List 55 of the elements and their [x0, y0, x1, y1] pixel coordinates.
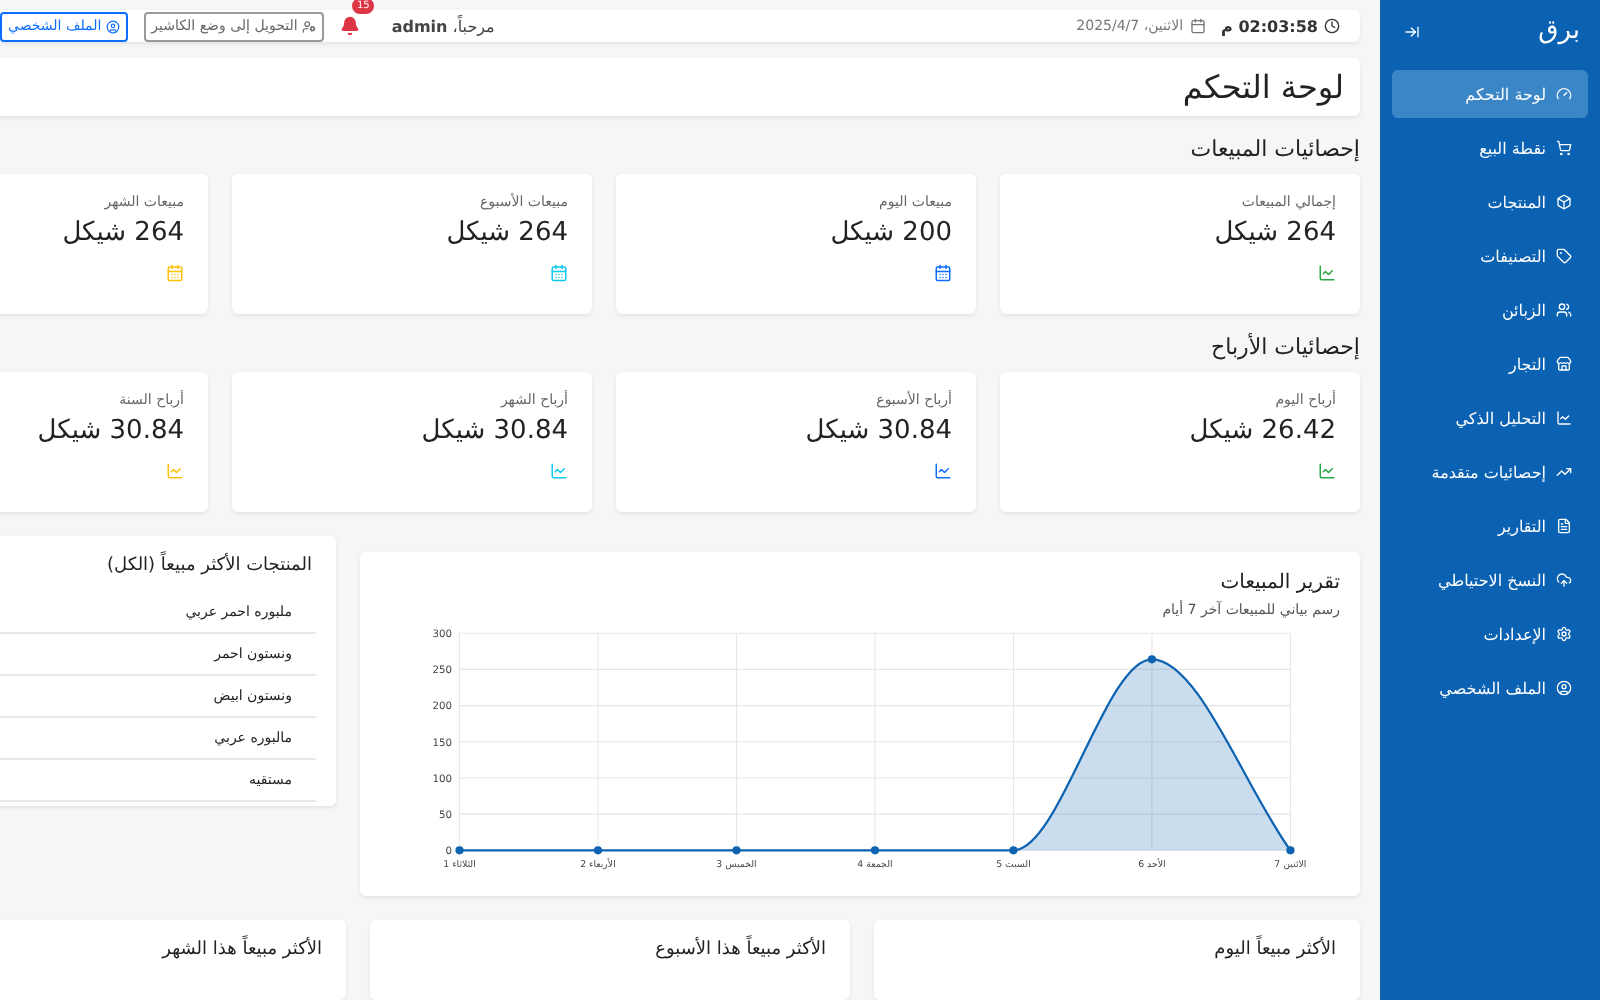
gauge-icon — [1556, 86, 1572, 102]
clock-time: 02:03:58 م — [1221, 17, 1340, 35]
clock-icon — [1324, 18, 1340, 34]
sidebar-item[interactable]: الملف الشخصي — [1392, 664, 1588, 712]
box-icon — [1556, 194, 1572, 210]
sidebar-item[interactable]: الزبائن — [1392, 286, 1588, 334]
sidebar-item[interactable]: التصنيفات — [1392, 232, 1588, 280]
sidebar-item[interactable]: التجار — [1392, 340, 1588, 388]
card-title: الأكثر مبيعاً هذا الشهر — [0, 940, 322, 960]
stat-value: 264 شيكل — [1214, 218, 1336, 248]
document-icon — [1556, 518, 1572, 534]
data-point — [870, 846, 880, 855]
sidebar-item[interactable]: الإعدادات — [1392, 610, 1588, 658]
data-point — [732, 846, 741, 855]
sidebar-item[interactable]: النسخ الاحتياطي — [1392, 556, 1588, 604]
data-point — [1009, 846, 1018, 855]
data-point — [593, 846, 603, 855]
stat-value: 30.84 شيكل — [37, 416, 184, 446]
stat-value: 30.84 شيكل — [421, 416, 568, 446]
calendar-icon — [1189, 18, 1206, 34]
sidebar-item[interactable]: المنتجات — [1392, 178, 1588, 226]
bell-icon[interactable] — [339, 16, 360, 36]
section-title: إحصائيات الأرباح — [1209, 334, 1360, 360]
settings-icon — [1556, 626, 1572, 642]
stat-value: 264 شيكل — [62, 218, 184, 248]
tag-icon — [1556, 248, 1572, 264]
store-icon — [1556, 356, 1572, 372]
user-circle-icon — [1556, 680, 1572, 696]
cloud-icon — [1556, 572, 1572, 588]
stat-value: 30.84 شيكل — [805, 416, 952, 446]
stat-value: 200 شيكل — [830, 218, 952, 248]
data-point — [455, 846, 464, 855]
page-title: لوحة التحكم — [1182, 68, 1344, 106]
trend-icon — [1556, 464, 1572, 480]
cart-icon — [1556, 140, 1572, 156]
sidebar-item[interactable]: نقطة البيع — [1392, 124, 1588, 172]
collapse-icon[interactable] — [1404, 23, 1420, 39]
data-point — [1147, 655, 1157, 664]
stat-value: 264 شيكل — [446, 218, 568, 248]
user-circle-icon — [105, 19, 120, 33]
brand-name: برق — [1538, 16, 1580, 46]
users-icon — [1556, 302, 1572, 318]
sidebar-item[interactable]: لوحة التحكم — [1392, 70, 1588, 118]
line-chart-icon — [1556, 410, 1572, 426]
card-title: الأكثر مبيعاً اليوم — [898, 940, 1336, 960]
user-gear-icon — [301, 19, 316, 33]
sidebar-item[interactable]: التحليل الذكي — [1392, 394, 1588, 442]
card-title: المنتجات الأكثر مبيعاً (الكل) — [0, 556, 316, 576]
card-title: الأكثر مبيعاً هذا الأسبوع — [394, 940, 826, 960]
stat-value: 26.42 شيكل — [1189, 416, 1336, 446]
data-point — [1286, 846, 1295, 855]
section-title: إحصائيات المبيعات — [1188, 136, 1360, 162]
sidebar-item[interactable]: إحصائيات متقدمة — [1392, 448, 1588, 496]
sidebar-item[interactable]: التقارير — [1392, 502, 1588, 550]
card-title: تقرير المبيعات — [1218, 572, 1340, 594]
